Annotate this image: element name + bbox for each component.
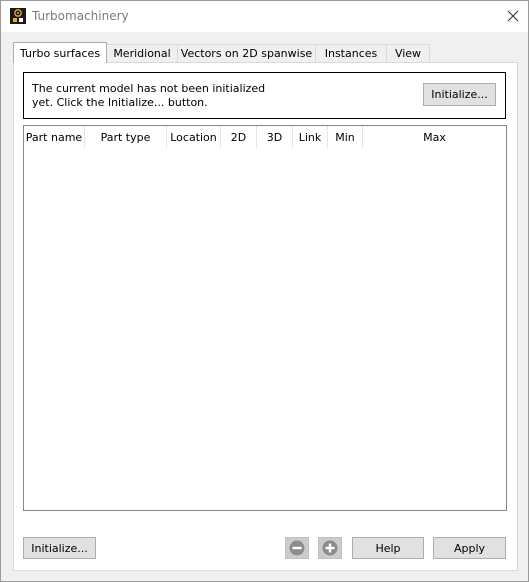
- tab-vectors-2d-spanwise[interactable]: Vectors on 2D spanwise: [177, 44, 316, 62]
- apply-button[interactable]: Apply: [433, 537, 506, 559]
- message-line-1: The current model has not been initializ…: [32, 82, 266, 95]
- close-button[interactable]: [499, 3, 527, 29]
- column-header-min[interactable]: Min: [328, 126, 363, 148]
- parts-table[interactable]: Part name Part type Location 2D 3D Link …: [23, 125, 507, 511]
- plus-circle-icon: [322, 540, 338, 556]
- initialize-button-bottom[interactable]: Initialize...: [23, 537, 96, 559]
- column-header-location[interactable]: Location: [167, 126, 221, 148]
- initialization-message: The current model has not been initializ…: [32, 82, 292, 110]
- column-header-link[interactable]: Link: [293, 126, 328, 148]
- close-icon: [507, 10, 519, 22]
- tab-instances[interactable]: Instances: [315, 44, 387, 62]
- minus-circle-icon: [289, 540, 305, 556]
- add-button[interactable]: [318, 537, 342, 559]
- tab-bar: Turbo surfaces Meridional Vectors on 2D …: [13, 42, 518, 63]
- column-header-part-type[interactable]: Part type: [85, 126, 167, 148]
- help-button[interactable]: Help: [352, 537, 424, 559]
- title-bar: Turbomachinery: [1, 1, 528, 32]
- turbomachinery-dialog: Turbomachinery Turbo surfaces Meridional…: [0, 0, 529, 582]
- app-logo-icon: [10, 8, 26, 24]
- column-header-2d[interactable]: 2D: [221, 126, 257, 148]
- tab-view[interactable]: View: [386, 44, 430, 62]
- column-header-part-name[interactable]: Part name: [24, 126, 85, 148]
- table-header: Part name Part type Location 2D 3D Link …: [24, 126, 506, 148]
- initialize-button-top[interactable]: Initialize...: [423, 83, 496, 106]
- remove-button[interactable]: [285, 537, 309, 559]
- tab-meridional[interactable]: Meridional: [106, 44, 178, 62]
- tab-turbo-surfaces[interactable]: Turbo surfaces: [13, 42, 107, 63]
- column-header-3d[interactable]: 3D: [257, 126, 293, 148]
- column-header-max[interactable]: Max: [363, 126, 506, 148]
- window-title: Turbomachinery: [32, 9, 129, 23]
- initialization-message-box: The current model has not been initializ…: [23, 72, 506, 119]
- message-line-2: yet. Click the Initialize... button.: [32, 96, 208, 109]
